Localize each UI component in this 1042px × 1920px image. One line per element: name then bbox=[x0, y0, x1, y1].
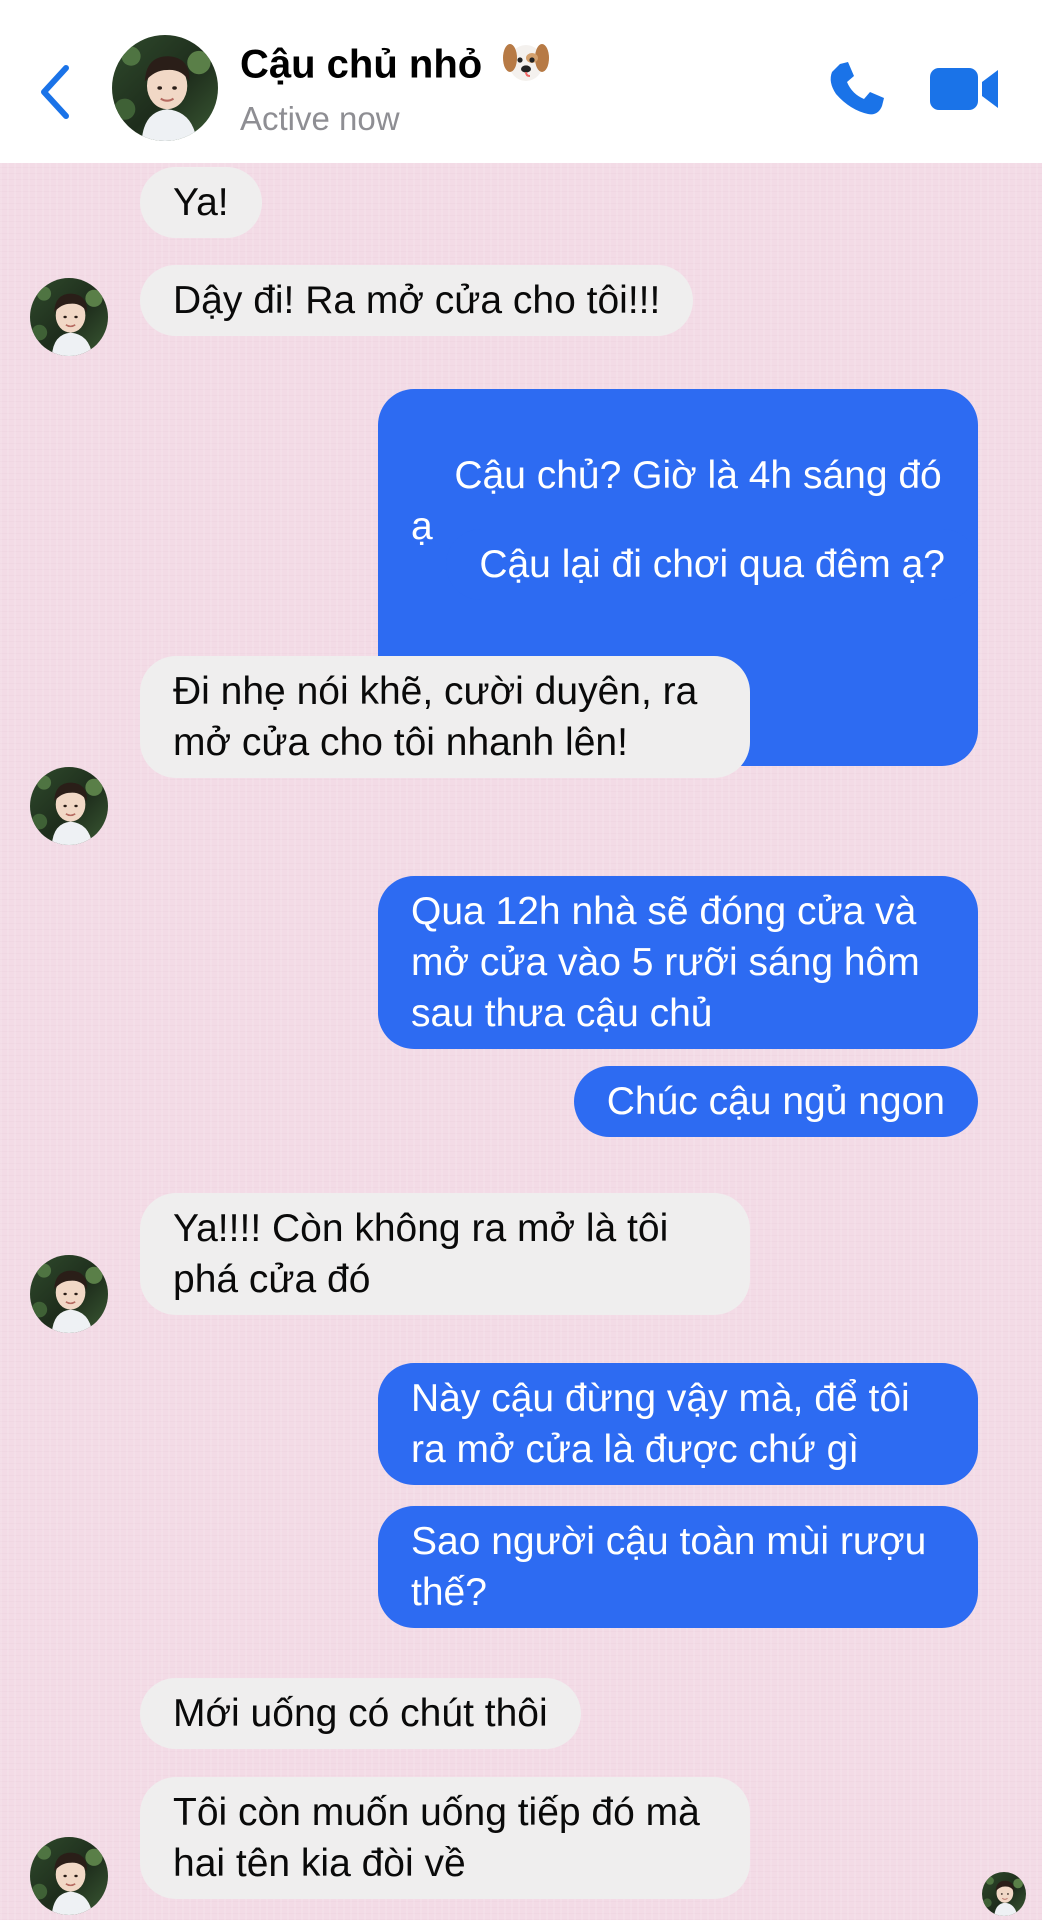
outgoing-message[interactable]: Qua 12h nhà sẽ đóng cửa và mở cửa vào 5 … bbox=[378, 876, 978, 1049]
contact-avatar-small[interactable] bbox=[30, 278, 108, 356]
back-chevron-icon[interactable] bbox=[36, 62, 76, 122]
outgoing-message[interactable]: Cậu lại đi chơi qua đêm ạ? bbox=[446, 529, 978, 600]
video-camera-icon[interactable] bbox=[928, 64, 1002, 114]
incoming-message[interactable]: Ya!!!! Còn không ra mở là tôi phá cửa đó bbox=[140, 1193, 750, 1315]
contact-name[interactable]: Cậu chủ nhỏ bbox=[240, 42, 551, 92]
outgoing-message[interactable]: Này cậu đừng vậy mà, để tôi ra mở cửa là… bbox=[378, 1363, 978, 1485]
contact-name-text: Cậu chủ nhỏ bbox=[240, 42, 483, 87]
contact-avatar-small[interactable] bbox=[30, 767, 108, 845]
contact-avatar-small[interactable] bbox=[30, 1255, 108, 1333]
outgoing-message[interactable]: Chúc cậu ngủ ngon bbox=[573, 1066, 978, 1137]
phone-icon[interactable] bbox=[826, 58, 888, 120]
contact-avatar-small[interactable] bbox=[30, 1837, 108, 1915]
incoming-message[interactable]: Đi nhẹ nói khẽ, cười duyên, ra mở cửa ch… bbox=[140, 656, 750, 778]
incoming-message[interactable]: Dậy đi! Ra mở cửa cho tôi!!! bbox=[140, 265, 694, 336]
incoming-message[interactable]: Tôi còn muốn uống tiếp đó mà hai tên kia… bbox=[140, 1777, 750, 1899]
message-thread[interactable]: Ya! Dậy đi! Ra mở cửa cho tôi!!! Cậu chủ… bbox=[0, 163, 1042, 1920]
presence-status: Active now bbox=[240, 100, 400, 137]
incoming-message[interactable]: Ya! bbox=[140, 167, 262, 238]
dog-face-icon bbox=[503, 44, 550, 81]
seen-receipt-avatar bbox=[982, 1872, 1026, 1916]
chat-header: Cậu chủ nhỏ Active now bbox=[0, 0, 1042, 163]
outgoing-message[interactable]: Sao người cậu toàn mùi rượu thế? bbox=[378, 1506, 978, 1628]
contact-avatar[interactable] bbox=[112, 35, 218, 141]
incoming-message[interactable]: Mới uống có chút thôi bbox=[140, 1678, 581, 1749]
